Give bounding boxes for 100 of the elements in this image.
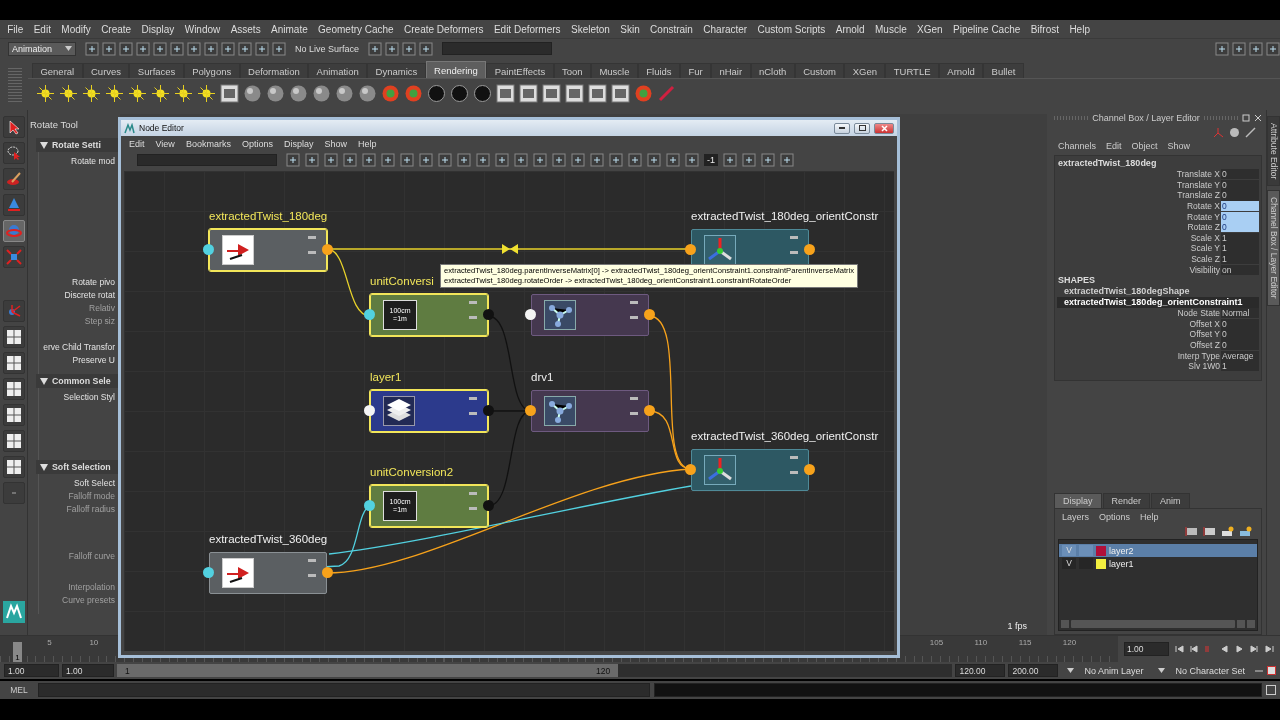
light-icon[interactable]: [197, 83, 216, 103]
render-window-icon[interactable]: [588, 83, 607, 103]
menu-item[interactable]: Window: [179, 23, 226, 35]
script-editor-icon[interactable]: [1266, 685, 1276, 695]
channel-value[interactable]: 0: [1221, 201, 1259, 212]
current-frame-marker[interactable]: 1: [13, 642, 22, 662]
menu-item[interactable]: Assets: [225, 23, 266, 35]
side-tab[interactable]: Attribute Editor: [1267, 116, 1280, 187]
tool-icon[interactable]: [438, 153, 452, 167]
start-time-field[interactable]: 1.00: [4, 664, 59, 677]
menu-item[interactable]: Geometry Cache: [312, 23, 399, 35]
end-time-field[interactable]: 200.00: [1008, 664, 1059, 677]
tool-icon[interactable]: [666, 153, 680, 167]
tool-icon[interactable]: [170, 41, 184, 56]
input-field[interactable]: [442, 42, 553, 55]
input-port[interactable]: [685, 244, 696, 255]
tool-icon[interactable]: [476, 153, 490, 167]
menu-item[interactable]: Object: [1131, 141, 1158, 151]
shelf-tab[interactable]: PaintEffects: [486, 63, 554, 78]
shelf-tab[interactable]: Deformation: [239, 63, 309, 78]
channel-value[interactable]: 1: [1221, 232, 1259, 243]
shelf-tab[interactable]: XGen: [844, 63, 886, 78]
channel-value[interactable]: Average: [1221, 350, 1259, 361]
channel-value[interactable]: 0: [1221, 222, 1259, 233]
expand-triangle-icon[interactable]: [40, 377, 48, 385]
layer-stack-icon[interactable]: [1203, 525, 1216, 537]
half-circle-icon[interactable]: [1229, 126, 1240, 138]
close-icon[interactable]: [1254, 114, 1262, 122]
menu-item[interactable]: Help: [1064, 23, 1096, 35]
channel-name[interactable]: Slv 1W0: [1057, 361, 1221, 372]
playback-icon[interactable]: [1250, 645, 1259, 653]
maya-logo-icon[interactable]: [2, 601, 25, 623]
menu-item[interactable]: Muscle: [869, 23, 912, 35]
shelf-tab[interactable]: Curves: [82, 63, 130, 78]
channel-value[interactable]: Normal: [1221, 308, 1259, 319]
render-window-icon[interactable]: [220, 83, 239, 103]
sphere-icon[interactable]: [243, 83, 262, 103]
tool-icon[interactable]: [255, 41, 269, 56]
menu-item[interactable]: Edit Deformers: [488, 23, 566, 35]
tool-icon[interactable]: [1215, 41, 1229, 56]
input-port[interactable]: [525, 309, 536, 320]
layer-color-swatch[interactable]: [1096, 545, 1106, 556]
menu-item[interactable]: Edit: [28, 23, 57, 35]
command-input[interactable]: [38, 683, 650, 697]
shelf-tab[interactable]: Dynamics: [367, 63, 426, 78]
tool-icon[interactable]: [119, 41, 133, 56]
input-port[interactable]: [685, 464, 696, 475]
light-icon[interactable]: [128, 83, 147, 103]
menu-item[interactable]: Options: [1099, 512, 1131, 522]
sphere-icon[interactable]: [358, 83, 377, 103]
tool-icon[interactable]: [457, 153, 471, 167]
menu-item[interactable]: Skin: [615, 23, 645, 35]
shelf-tab[interactable]: TURTLE: [885, 63, 939, 78]
shelf-tab[interactable]: nCloth: [750, 63, 795, 78]
object-name[interactable]: extractedTwist_180deg: [1057, 158, 1259, 169]
display-type-toggle[interactable]: [1079, 558, 1093, 569]
shelf-tab[interactable]: Bullet: [983, 63, 1024, 78]
tool-icon[interactable]: [324, 153, 338, 167]
shelf-tab[interactable]: Rendering: [425, 61, 487, 78]
tool-icon[interactable]: [495, 153, 509, 167]
menu-item[interactable]: Options: [241, 138, 273, 149]
channel-name[interactable]: Rotate X: [1057, 201, 1221, 212]
tool-icon[interactable]: [400, 153, 414, 167]
input-port[interactable]: [364, 405, 375, 416]
sphere-icon[interactable]: [266, 83, 285, 103]
channel-name[interactable]: Visibility: [1057, 264, 1221, 275]
output-port[interactable]: [644, 309, 655, 320]
tool-icon[interactable]: [1266, 41, 1280, 56]
shelf-tab[interactable]: General: [32, 63, 83, 78]
light-icon[interactable]: [82, 83, 101, 103]
layer-row[interactable]: V layer1: [1059, 557, 1257, 570]
float-icon[interactable]: [1242, 114, 1250, 122]
channel-value[interactable]: 0: [1221, 329, 1259, 340]
tool-icon[interactable]: [85, 41, 99, 56]
channel-value[interactable]: 0: [1221, 339, 1259, 351]
toolbar-readout[interactable]: -1: [704, 154, 718, 166]
disc-icon[interactable]: [473, 83, 492, 103]
expand-triangle-icon[interactable]: [40, 141, 48, 149]
tool-icon[interactable]: [136, 41, 150, 56]
tool-icon[interactable]: [402, 41, 417, 56]
shape-name[interactable]: extractedTwist_180degShape: [1057, 285, 1259, 297]
menu-item[interactable]: Custom Scripts: [752, 23, 831, 35]
shelf-tab[interactable]: Fluids: [637, 63, 680, 78]
tool-icon[interactable]: [272, 41, 286, 56]
section-header[interactable]: Common Sele: [36, 374, 120, 388]
render-window-icon[interactable]: [565, 83, 584, 103]
search-field[interactable]: [137, 154, 277, 166]
graph-node[interactable]: [209, 552, 327, 594]
input-port[interactable]: [203, 244, 214, 255]
shelf-tab[interactable]: Animation: [308, 63, 368, 78]
output-port[interactable]: [644, 405, 655, 416]
tool-icon[interactable]: [647, 153, 661, 167]
tool-icon[interactable]: [385, 41, 400, 56]
playback-start-field[interactable]: 1.00: [62, 664, 114, 677]
tool-icon[interactable]: [685, 153, 699, 167]
menu-item[interactable]: Edit: [129, 138, 145, 149]
visibility-toggle[interactable]: V: [1062, 558, 1076, 569]
output-port[interactable]: [804, 464, 815, 475]
disc-icon[interactable]: [450, 83, 469, 103]
output-port[interactable]: [322, 244, 333, 255]
